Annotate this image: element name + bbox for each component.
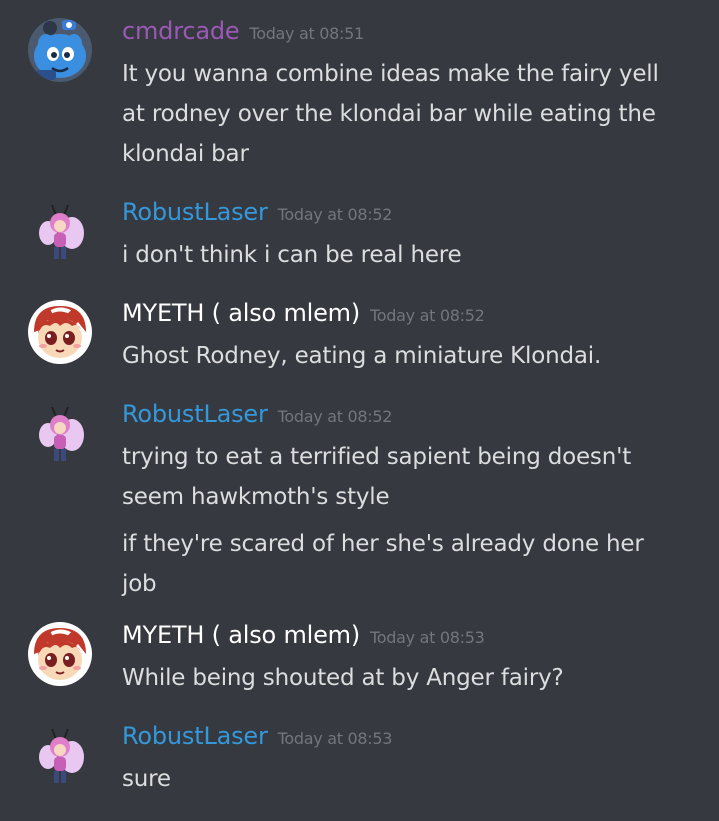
red-haired-boy-avatar-icon[interactable] [28, 300, 92, 364]
message-text: i don't think i can be real here [122, 242, 462, 268]
pink-fairy-avatar-icon[interactable] [28, 199, 92, 263]
username[interactable]: MYETH ( also mlem) [122, 299, 360, 327]
red-haired-boy-avatar-icon[interactable] [28, 622, 92, 686]
message-text: sure [122, 766, 171, 792]
timestamp: Today at 08:52 [277, 407, 393, 426]
pink-fairy-avatar-icon[interactable] [28, 723, 92, 787]
timestamp: Today at 08:52 [277, 205, 393, 224]
message-header: MYETH ( also mlem) Today at 08:52 [122, 296, 485, 330]
message-header: cmdrcade Today at 08:51 [122, 14, 364, 48]
username[interactable]: RobustLaser [122, 400, 268, 428]
message-text: It you wanna combine ideas make the fair… [122, 61, 659, 87]
blue-creature-avatar-icon[interactable] [28, 18, 92, 82]
message-text: at rodney over the klondai bar while eat… [122, 101, 656, 127]
timestamp: Today at 08:53 [370, 628, 485, 647]
message-text: Ghost Rodney, eating a miniature Klondai… [122, 343, 602, 369]
message-text: if they're scared of her she's already d… [122, 531, 644, 557]
timestamp: Today at 08:51 [249, 24, 364, 43]
pink-fairy-avatar-icon[interactable] [28, 401, 92, 465]
message-text: While being shouted at by Anger fairy? [122, 665, 564, 691]
timestamp: Today at 08:53 [277, 729, 393, 748]
message-header: RobustLaser Today at 08:52 [122, 397, 392, 431]
message-text: job [122, 571, 157, 597]
username[interactable]: RobustLaser [122, 722, 268, 750]
username[interactable]: cmdrcade [122, 17, 240, 45]
timestamp: Today at 08:52 [370, 306, 485, 325]
message-header: MYETH ( also mlem) Today at 08:53 [122, 618, 485, 652]
message-header: RobustLaser Today at 08:52 [122, 195, 392, 229]
message-header: RobustLaser Today at 08:53 [122, 719, 392, 753]
username[interactable]: RobustLaser [122, 198, 268, 226]
chat-messages: cmdrcade Today at 08:51 It you wanna comb… [0, 0, 719, 821]
username[interactable]: MYETH ( also mlem) [122, 621, 360, 649]
message-text: seem hawkmoth's style [122, 484, 390, 510]
message-text: trying to eat a terrified sapient being … [122, 444, 632, 470]
message-text: klondai bar [122, 141, 249, 167]
